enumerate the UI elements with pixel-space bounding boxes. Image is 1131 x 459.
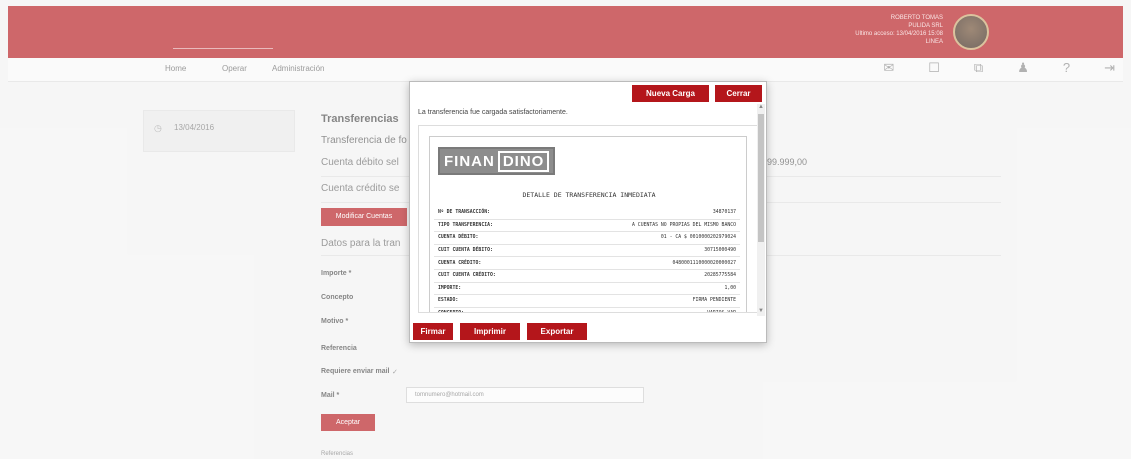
- receipt-title: DETALLE DE TRANSFERENCIA INMEDIATA: [522, 191, 656, 199]
- scroll-down-icon[interactable]: ▼: [758, 308, 764, 314]
- receipt-row: Nº DE TRANSACCIÓN: 34870137: [434, 207, 740, 220]
- new-load-button[interactable]: Nueva Carga: [632, 85, 709, 102]
- receipt-row-value: FIRMA PENDIENTE: [692, 298, 736, 304]
- receipt-row-label: CONCEPTO:: [438, 311, 464, 312]
- receipt-row-label: CUIT CUENTA CRÉDITO:: [438, 273, 496, 279]
- export-button[interactable]: Exportar: [527, 323, 587, 340]
- receipt-row-label: CUENTA DÉBITO:: [438, 235, 479, 241]
- receipt-scroll-area[interactable]: FINAN DINO DETALLE DE TRANSFERENCIA INME…: [418, 125, 758, 313]
- scroll-thumb[interactable]: [758, 114, 764, 242]
- receipt-row: CONCEPTO: VARIOS VAR: [434, 308, 740, 312]
- receipt-row: CUIT CUENTA DÉBITO: 30715000490: [434, 245, 740, 258]
- receipt-row-value: 01 - CA $ 0010000202979024: [660, 235, 736, 241]
- receipt-row: TIPO TRANSFERENCIA: A CUENTAS NO PROPIAS …: [434, 220, 740, 233]
- receipt-row-value: VARIOS VAR: [707, 311, 736, 312]
- receipt-row-value: A CUENTAS NO PROPIAS DEL MISMO BANCO: [632, 222, 736, 228]
- success-message: La transferencia fue cargada satisfactor…: [418, 109, 568, 116]
- receipt-row: CUENTA DÉBITO: 01 - CA $ 0010000202979024: [434, 232, 740, 245]
- receipt-row-value: 20285775584: [704, 273, 736, 279]
- receipt-row-label: Nº DE TRANSACCIÓN:: [438, 210, 490, 216]
- receipt-rows: Nº DE TRANSACCIÓN: 34870137 TIPO TRANSFERE…: [434, 207, 740, 312]
- close-button[interactable]: Cerrar: [715, 85, 762, 102]
- brand-logo-right: DINO: [497, 150, 550, 172]
- receipt-row-value: 0480001110000020000027: [672, 260, 736, 266]
- receipt-row-label: IMPORTE:: [438, 285, 462, 291]
- receipt-row-label: TIPO TRANSFERENCIA:: [438, 222, 493, 228]
- receipt-row: IMPORTE: 1,00: [434, 283, 740, 296]
- scroll-up-icon[interactable]: ▲: [758, 104, 764, 110]
- transfer-detail-modal: Nueva Carga Cerrar La transferencia fue …: [409, 81, 767, 343]
- print-button[interactable]: Imprimir: [460, 323, 520, 340]
- sign-button[interactable]: Firmar: [413, 323, 453, 340]
- transfer-receipt: FINAN DINO DETALLE DE TRANSFERENCIA INME…: [429, 136, 747, 312]
- receipt-row: ESTADO: FIRMA PENDIENTE: [434, 295, 740, 308]
- receipt-row-value: 34870137: [712, 210, 736, 216]
- brand-logo: FINAN DINO: [438, 147, 556, 175]
- receipt-row-label: CUENTA CRÉDITO:: [438, 260, 482, 266]
- receipt-row-value: 30715000490: [704, 248, 736, 254]
- receipt-row-label: ESTADO:: [438, 298, 459, 304]
- brand-logo-left: FINAN: [444, 152, 495, 170]
- receipt-row-label: CUIT CUENTA DÉBITO:: [438, 248, 493, 254]
- receipt-row: CUENTA CRÉDITO: 0480001110000020000027: [434, 257, 740, 270]
- receipt-row: CUIT CUENTA CRÉDITO: 20285775584: [434, 270, 740, 283]
- receipt-row-value: 1,00: [724, 285, 736, 291]
